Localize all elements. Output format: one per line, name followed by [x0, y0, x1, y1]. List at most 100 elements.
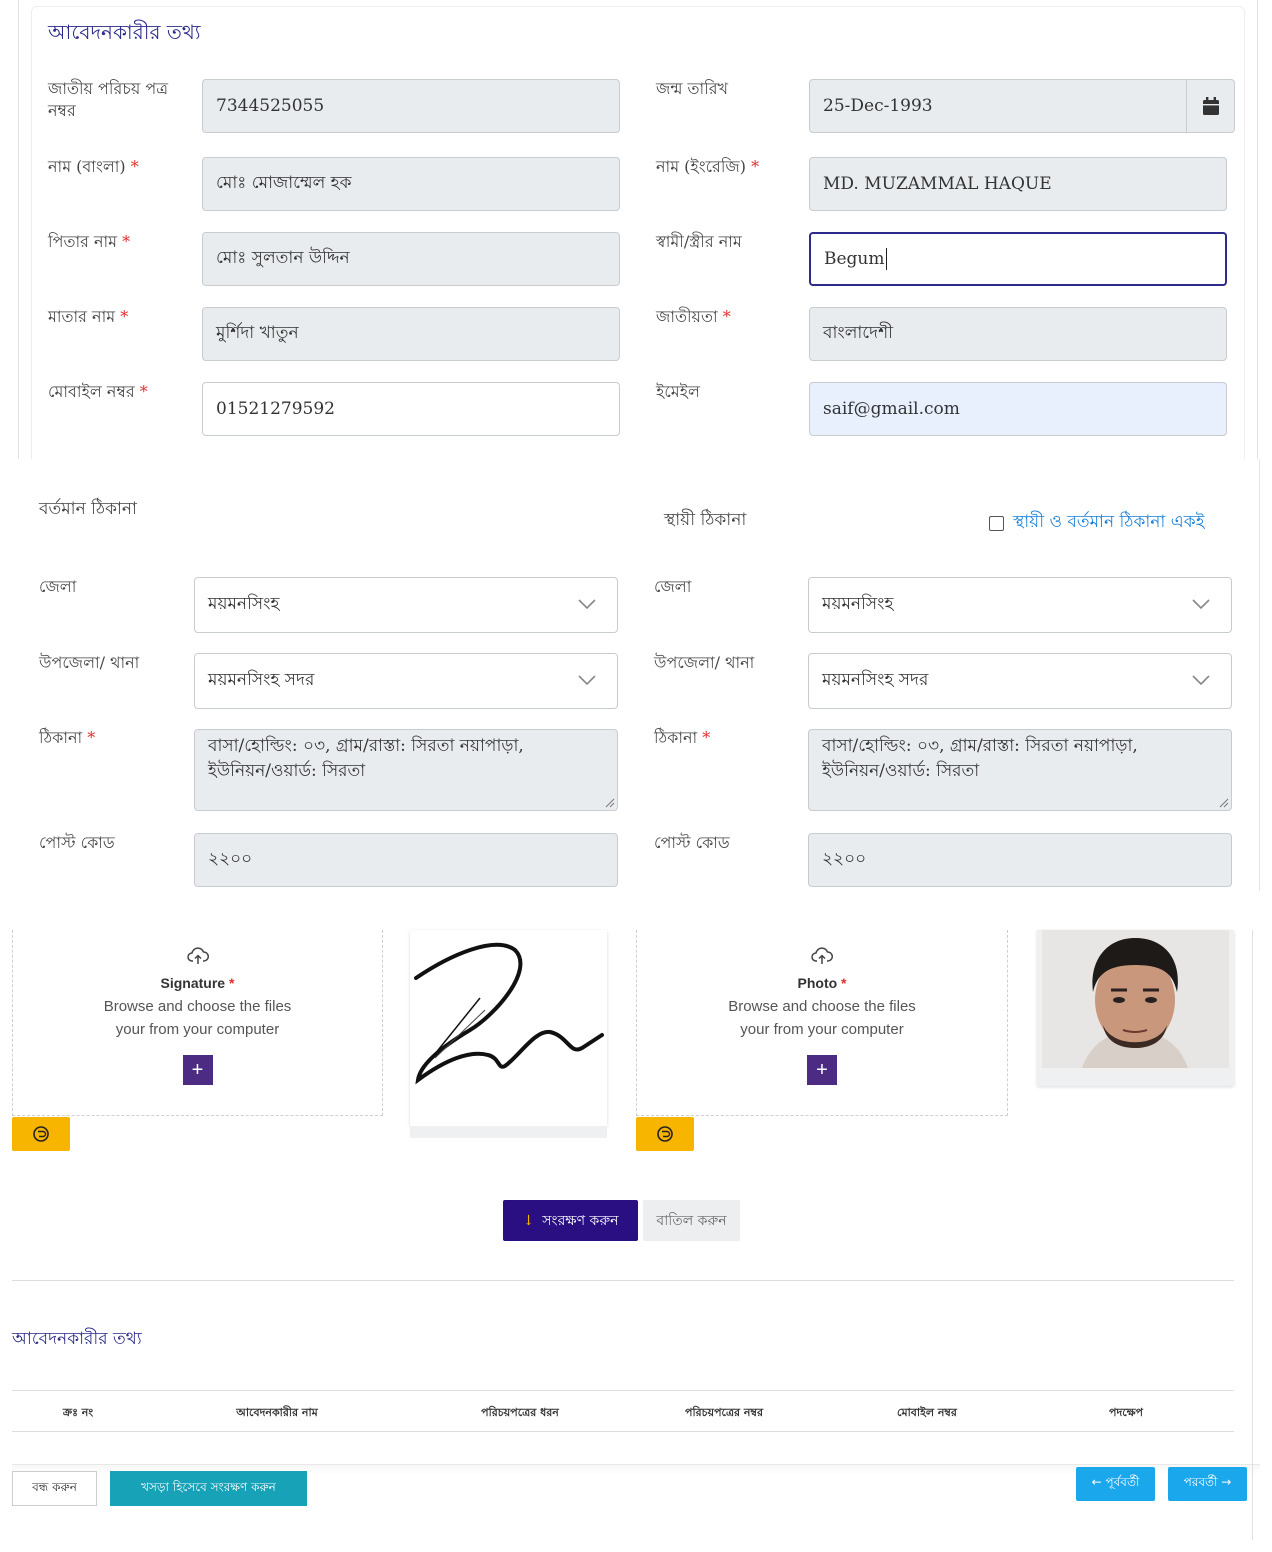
arrow-down-icon: ↓: [522, 1212, 535, 1229]
column-id-type: পরিচয়পত্রের ধরন: [481, 1406, 559, 1419]
rotate-photo-button[interactable]: [636, 1117, 694, 1151]
photo-preview-footer: [1037, 1072, 1234, 1086]
mother-name-field[interactable]: মুর্শিদা খাতুন: [202, 307, 620, 361]
mother-name-value: মুর্শিদা খাতুন: [216, 323, 299, 343]
present-district-select[interactable]: ময়মনসিংহ: [194, 577, 618, 633]
father-name-field[interactable]: মোঃ সুলতান উদ্দিন: [202, 232, 620, 286]
email-label: ইমেইল: [656, 382, 700, 401]
spouse-name-label: স্বামী/স্ত্রীর নাম: [656, 232, 742, 251]
dob-label: জন্ম তারিখ: [656, 79, 729, 98]
permanent-district-label: জেলা: [654, 577, 692, 596]
next-button[interactable]: পরবর্তী →: [1168, 1467, 1247, 1501]
previous-button[interactable]: ← পূর্ববর্তী: [1076, 1467, 1155, 1501]
father-name-label: পিতার নাম *: [48, 232, 131, 251]
dob-field[interactable]: 25-Dec-1993: [809, 79, 1235, 133]
signature-preview-footer: [410, 1126, 607, 1138]
resize-grip-icon[interactable]: [605, 798, 615, 808]
rotate-signature-button[interactable]: [12, 1117, 70, 1151]
signature-preview: [410, 930, 607, 1126]
close-button[interactable]: বন্ধ করুন: [12, 1471, 97, 1506]
email-input[interactable]: saif@gmail.com: [809, 382, 1227, 436]
rotate-icon: [657, 1126, 673, 1142]
applicant-info-title: আবেদনকারীর তথ্য: [48, 20, 201, 44]
name-bn-field[interactable]: মোঃ মোজাম্মেল হক: [202, 157, 620, 211]
page-edge: [1252, 930, 1253, 1540]
nationality-field[interactable]: বাংলাদেশী: [809, 307, 1227, 361]
mobile-value: 01521279592: [216, 399, 335, 419]
cancel-button[interactable]: বাতিল করুন: [643, 1200, 740, 1241]
save-button[interactable]: ↓ সংরক্ষণ করুন: [503, 1200, 638, 1241]
save-draft-button[interactable]: খসড়া হিসেবে সংরক্ষণ করুন: [110, 1471, 307, 1506]
permanent-address-textarea[interactable]: বাসা/হোল্ডিং: ০৩, গ্রাম/রাস্তা: সিরতা নয…: [808, 729, 1232, 811]
applicant-table-header: ক্রঃ নং আবেদনকারীর নাম পরিচয়পত্রের ধরন …: [12, 1390, 1234, 1432]
present-postcode-field[interactable]: ২২০০: [194, 833, 618, 887]
permanent-district-value: ময়মনসিংহ: [822, 594, 894, 614]
name-bn-label: নাম (বাংলা) *: [48, 157, 139, 176]
photo-preview: [1037, 930, 1234, 1086]
present-address-title: বর্তমান ঠিকানা: [39, 499, 137, 519]
permanent-postcode-field[interactable]: ২২০০: [808, 833, 1232, 887]
nationality-label: জাতীয়তা *: [656, 307, 731, 326]
cloud-upload-icon: [811, 947, 833, 964]
present-address-textarea[interactable]: বাসা/হোল্ডিং: ০৩, গ্রাম/রাস্তা: সিরতা নয…: [194, 729, 618, 811]
permanent-district-select[interactable]: ময়মনসিংহ: [808, 577, 1232, 633]
nid-field[interactable]: 7344525055: [202, 79, 620, 133]
photo-upload-zone[interactable]: Photo * Browse and choose the files your…: [636, 930, 1008, 1116]
chevron-down-icon: [578, 675, 596, 686]
present-address-line1: বাসা/হোল্ডিং: ০৩, গ্রাম/রাস্তা: সিরতা নয…: [208, 736, 524, 756]
add-signature-button[interactable]: +: [182, 1055, 213, 1085]
permanent-postcode-label: পোস্ট কোড: [654, 833, 730, 852]
cloud-upload-icon: [186, 947, 209, 964]
present-upazila-label: উপজেলা/ থানা: [39, 653, 140, 672]
permanent-upazila-select[interactable]: ময়মনসিংহ সদর: [808, 653, 1232, 709]
name-bn-value: মোঃ মোজাম্মেল হক: [216, 173, 352, 193]
name-en-label: নাম (ইংরেজি) *: [656, 157, 760, 176]
permanent-address-title: স্থায়ী ঠিকানা: [664, 510, 747, 530]
permanent-address-label: ঠিকানা *: [654, 728, 711, 747]
same-address-label[interactable]: স্থায়ী ও বর্তমান ঠিকানা একই: [1013, 509, 1204, 537]
permanent-upazila-value: ময়মনসিংহ সদর: [822, 670, 929, 690]
same-address-checkbox[interactable]: [989, 515, 1004, 531]
present-address-label: ঠিকানা *: [39, 728, 96, 747]
chevron-down-icon: [578, 599, 596, 610]
column-applicant-name: আবেদনকারীর নাম: [236, 1406, 318, 1419]
applicant-photo: [1042, 930, 1229, 1068]
permanent-upazila-label: উপজেলা/ থানা: [654, 653, 755, 672]
dob-value: 25-Dec-1993: [823, 96, 933, 116]
permanent-address-line2: ইউনিয়ন/ওয়ার্ড: সিরতা: [822, 761, 980, 781]
signature-title: Signature *: [160, 975, 235, 991]
chevron-down-icon: [1192, 675, 1210, 686]
divider: [12, 1280, 1234, 1281]
present-postcode-value: ২২০০: [208, 849, 253, 869]
resize-grip-icon[interactable]: [1219, 798, 1229, 808]
name-en-field[interactable]: MD. MUZAMMAL HAQUE: [809, 157, 1227, 211]
permanent-postcode-value: ২২০০: [822, 849, 867, 869]
nid-label: জাতীয় পরিচয় পত্র নম্বর: [48, 79, 169, 120]
text-caret: [885, 248, 887, 270]
present-upazila-value: ময়মনসিংহ সদর: [208, 670, 315, 690]
spouse-name-value: Begum: [824, 249, 885, 269]
applicant-table-title: আবেদনকারীর তথ্য: [12, 1329, 142, 1349]
mother-name-label: মাতার নাম *: [48, 307, 129, 326]
nid-value: 7344525055: [216, 96, 325, 116]
signature-desc: Browse and choose the files your from yo…: [103, 998, 292, 1038]
signature-upload-zone[interactable]: Signature * Browse and choose the files …: [12, 930, 383, 1116]
present-district-label: জেলা: [39, 577, 77, 596]
present-upazila-select[interactable]: ময়মনসিংহ সদর: [194, 653, 618, 709]
mobile-input[interactable]: 01521279592: [202, 382, 620, 436]
add-photo-button[interactable]: +: [807, 1055, 837, 1085]
column-id-number: পরিচয়পত্রের নম্বর: [684, 1406, 764, 1419]
photo-desc: Browse and choose the files your from yo…: [728, 998, 916, 1038]
nationality-value: বাংলাদেশী: [823, 323, 893, 343]
same-address-checkbox-row[interactable]: স্থায়ী ও বর্তমান ঠিকানা একই: [989, 509, 1204, 537]
signature-image: [414, 942, 604, 1085]
uploads-panel: Signature * Browse and choose the files …: [12, 930, 1260, 1552]
applicant-info-panel: আবেদনকারীর তথ্য জাতীয় পরিচয় পত্র নম্বর…: [18, 0, 1258, 459]
column-mobile: মোবাইল নম্বর: [897, 1406, 957, 1419]
spouse-name-input[interactable]: Begum: [809, 232, 1227, 286]
name-en-value: MD. MUZAMMAL HAQUE: [823, 174, 1052, 194]
calendar-icon[interactable]: [1186, 80, 1234, 132]
chevron-down-icon: [1192, 599, 1210, 610]
address-panel: বর্তমান ঠিকানা স্থায়ী ঠিকানা স্থায়ী ও …: [12, 459, 1260, 891]
photo-title: Photo *: [797, 975, 847, 991]
